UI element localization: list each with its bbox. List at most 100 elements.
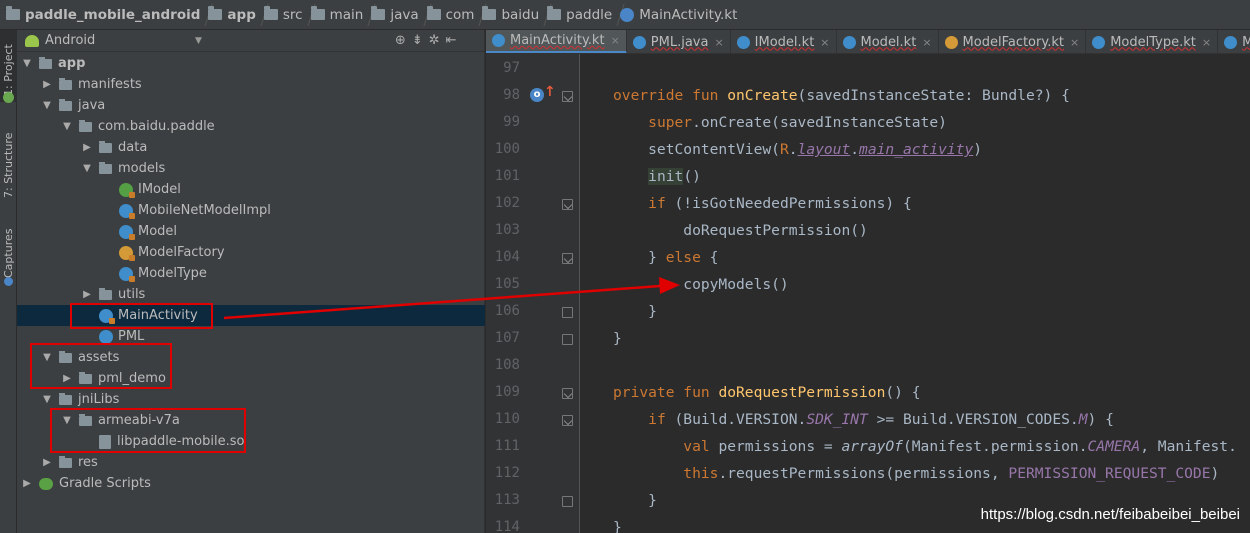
- breadcrumb-item[interactable]: app: [206, 0, 269, 29]
- code-line: init(): [648, 168, 701, 185]
- close-icon[interactable]: ×: [1070, 36, 1079, 49]
- folder-icon: [79, 119, 92, 132]
- fold-marker-icon[interactable]: [562, 199, 573, 210]
- code-line: if (Build.VERSION.SDK_INT >= Build.VERSI…: [648, 411, 1114, 428]
- override-marker-icon[interactable]: o: [530, 88, 544, 102]
- tree-item[interactable]: ▶ data: [17, 137, 485, 158]
- tree-item[interactable]: ▶ utils: [17, 284, 485, 305]
- line-number: 103: [494, 222, 520, 238]
- collapse-all-icon[interactable]: ⇟: [412, 33, 423, 48]
- fold-marker-icon[interactable]: [562, 307, 573, 318]
- breadcrumb-item[interactable]: main: [309, 0, 376, 29]
- line-number: 99: [503, 114, 520, 130]
- fold-marker-icon[interactable]: [562, 388, 573, 399]
- tree-item-label: java: [78, 98, 106, 113]
- folder-icon: [426, 6, 441, 20]
- folder-icon: [310, 6, 325, 20]
- collapsed-arrow-icon[interactable]: ▶: [81, 142, 93, 153]
- breadcrumb-label: main: [329, 6, 364, 23]
- breadcrumb-item[interactable]: baidu: [480, 0, 552, 29]
- sync-scroll-icon[interactable]: ⊕: [395, 33, 406, 48]
- fold-marker-icon[interactable]: [562, 415, 573, 426]
- chevron-down-icon[interactable]: ▼: [195, 36, 202, 46]
- module-folder-icon: [39, 56, 52, 69]
- gear-icon[interactable]: ✲: [429, 33, 440, 48]
- structure-tool-tab[interactable]: 7: Structure: [0, 120, 17, 200]
- tree-item[interactable]: MobileNetModelImpl: [17, 200, 485, 221]
- expanded-arrow-icon[interactable]: ▼: [21, 58, 33, 69]
- java-class-icon: [632, 35, 646, 49]
- kotlin-class-orange-icon: [944, 35, 958, 49]
- structure-tool-tab-label: 7: Structure: [2, 132, 15, 198]
- breadcrumb-item[interactable]: com: [425, 0, 488, 29]
- close-icon[interactable]: ×: [714, 36, 723, 49]
- fold-marker-icon[interactable]: [562, 496, 573, 507]
- kotlin-class-icon: [1092, 35, 1106, 49]
- line-number: 108: [494, 357, 520, 373]
- tree-item[interactable]: ▶ res: [17, 452, 485, 473]
- project-panel: Android ▼ ⊕ ⇟ ✲ ⇤ ▼ app ▶ manifests ▼ java ▼ co…: [17, 30, 485, 533]
- tree-item[interactable]: ▼ app: [17, 53, 485, 74]
- line-number: 101: [494, 168, 520, 184]
- collapsed-arrow-icon[interactable]: ▶: [81, 289, 93, 300]
- hide-panel-icon[interactable]: ⇤: [446, 33, 457, 48]
- line-number: 114: [494, 519, 520, 533]
- editor-tab[interactable]: PML.java ×: [627, 30, 731, 53]
- editor-tab-label: MainActivity.kt: [510, 33, 605, 48]
- tree-item-label: res: [78, 455, 98, 470]
- tree-item[interactable]: ModelFactory: [17, 242, 485, 263]
- close-icon[interactable]: ×: [922, 36, 931, 49]
- breadcrumb-item[interactable]: MainActivity.kt: [618, 0, 743, 29]
- collapsed-arrow-icon[interactable]: ▶: [41, 79, 53, 90]
- tree-item-label: ModelType: [138, 266, 207, 281]
- line-number: 106: [494, 303, 520, 319]
- tree-item[interactable]: ▼ java: [17, 95, 485, 116]
- breadcrumb-item[interactable]: paddle_mobile_android: [4, 0, 213, 29]
- close-icon[interactable]: ×: [820, 36, 829, 49]
- tree-item[interactable]: ▶ manifests: [17, 74, 485, 95]
- view-mode-select[interactable]: Android: [45, 33, 195, 48]
- folder-icon: [99, 287, 112, 300]
- tree-item[interactable]: ModelType: [17, 263, 485, 284]
- collapsed-arrow-icon[interactable]: ▶: [41, 457, 53, 468]
- expanded-arrow-icon[interactable]: ▼: [41, 394, 53, 405]
- line-number: 100: [494, 141, 520, 157]
- tree-item[interactable]: ▼ jniLibs: [17, 389, 485, 410]
- captures-tool-tab-label: Captures: [2, 228, 15, 278]
- folder-icon: [59, 98, 72, 111]
- editor-tab[interactable]: Model.kt ×: [837, 30, 939, 53]
- editor-tab-label: Model.kt: [860, 34, 917, 50]
- expanded-arrow-icon[interactable]: ▼: [61, 121, 73, 132]
- fold-marker-icon[interactable]: [562, 91, 573, 102]
- editor-tab-label: PML.java: [650, 34, 709, 50]
- tree-item[interactable]: IModel: [17, 179, 485, 200]
- code-line: override fun onCreate(savedInstanceState…: [613, 87, 1070, 104]
- java-class-icon: [99, 329, 113, 344]
- editor-tab[interactable]: ModelType.kt ×: [1086, 30, 1219, 53]
- code-editor[interactable]: o ↑ 97 98 99 100 101 102 103 104 105 106 107 108 109…: [486, 54, 1250, 533]
- breadcrumb-label: paddle_mobile_android: [25, 6, 201, 23]
- expanded-arrow-icon[interactable]: ▼: [81, 163, 93, 174]
- expanded-arrow-icon[interactable]: ▼: [41, 100, 53, 111]
- tree-item[interactable]: ▼ models: [17, 158, 485, 179]
- tree-item[interactable]: Model: [17, 221, 485, 242]
- tree-item[interactable]: ▶ Gradle Scripts: [17, 473, 485, 494]
- editor-tab[interactable]: ModelFactory.kt ×: [939, 30, 1087, 53]
- breadcrumb-item[interactable]: paddle: [545, 0, 625, 29]
- editor-tab[interactable]: Mo: [1218, 30, 1250, 53]
- code-line: }: [613, 519, 622, 533]
- breadcrumb-item[interactable]: src: [262, 0, 316, 29]
- editor-tab[interactable]: IModel.kt ×: [731, 30, 837, 53]
- close-icon[interactable]: ×: [1202, 36, 1211, 49]
- collapsed-arrow-icon[interactable]: ▶: [21, 478, 33, 489]
- close-icon[interactable]: ×: [611, 34, 620, 47]
- tree-item-label: PML: [118, 329, 145, 344]
- code-line: val permissions = arrayOf(Manifest.permi…: [683, 438, 1237, 455]
- breadcrumb-item[interactable]: java: [369, 0, 432, 29]
- fold-marker-icon[interactable]: [562, 253, 573, 264]
- editor-gutter: o ↑ 97 98 99 100 101 102 103 104 105 106 107 108 109…: [486, 54, 580, 533]
- tree-item-label: data: [118, 140, 148, 155]
- tree-item[interactable]: ▼ com.baidu.paddle: [17, 116, 485, 137]
- editor-tab[interactable]: MainActivity.kt ×: [486, 30, 627, 53]
- fold-marker-icon[interactable]: [562, 334, 573, 345]
